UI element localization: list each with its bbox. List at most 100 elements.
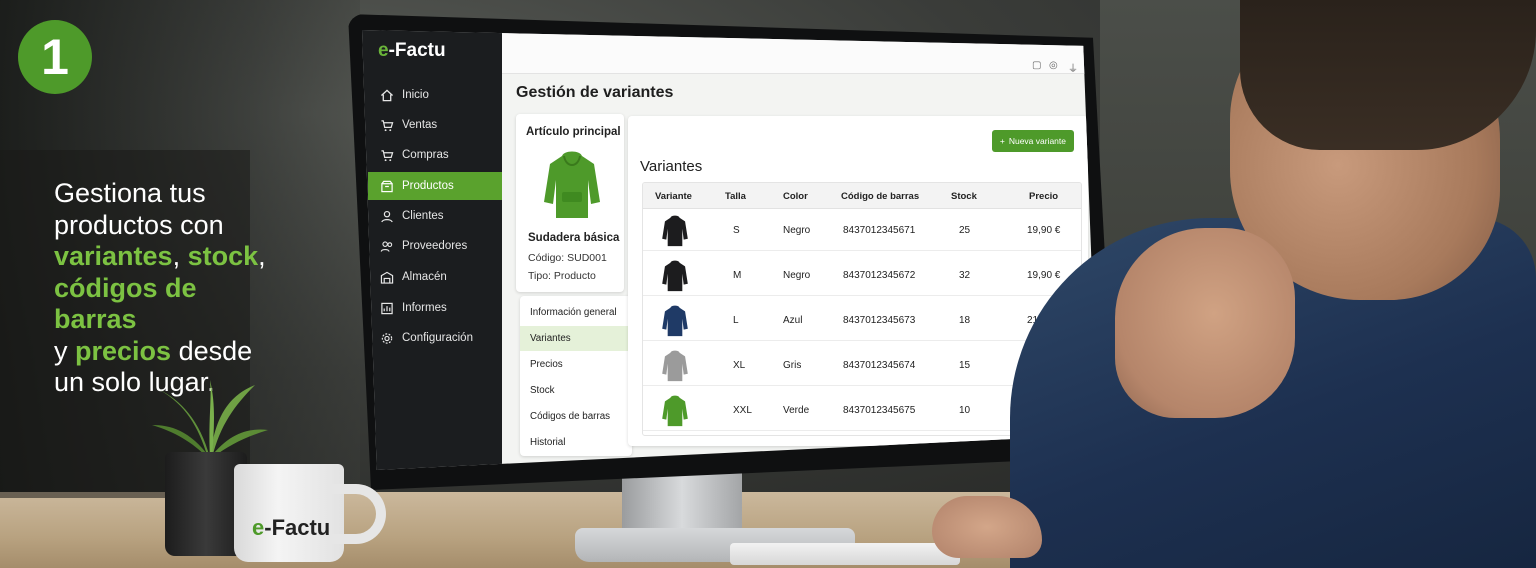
sidebar-item-configuracion[interactable]: Configuración [368,324,502,352]
submenu-item-informacion-general[interactable]: Información general [520,300,632,325]
column-header-variante[interactable]: Variante [655,191,692,202]
table-row[interactable]: M Negro 8437012345672 32 19,90 € [643,254,1081,296]
word-y: y [54,335,68,366]
comma: , [172,241,181,271]
cell-barcode: 8437012345674 [843,360,916,371]
headline-line-5: y precios desde [54,336,284,368]
cell-size: S [733,225,740,236]
hoodie-thumbnail-icon [662,395,688,427]
sidebar-item-label: Inicio [402,89,429,101]
person-hand-chin [1115,228,1295,418]
column-header-color[interactable]: Color [783,191,808,202]
sidebar-item-almacen[interactable]: Almacén [368,263,502,291]
sidebar-item-label: Configuración [402,332,473,344]
app-logo: e-Factu [378,40,446,62]
article-name: Sudadera básica [528,232,620,244]
sidebar-item-ventas[interactable]: Ventas [368,111,502,139]
mug-logo: e-Factu [252,515,330,541]
users-icon [380,240,393,252]
cell-stock: 10 [959,405,971,416]
sidebar-item-label: Clientes [402,210,444,222]
cell-color: Verde [783,405,810,416]
headline: Gestiona tus productos con variantes, st… [54,178,284,399]
hoodie-thumbnail-icon [662,350,688,382]
hoodie-thumbnail-icon [662,260,688,292]
variants-title: Variantes [640,158,703,175]
comma: , [258,241,266,271]
submenu-item-precios[interactable]: Precios [520,352,632,377]
sidebar-item-label: Productos [402,180,454,192]
submenu-item-codigos-de-barras[interactable]: Códigos de barras [520,404,632,429]
cell-stock: 18 [959,315,971,326]
sidebar-item-label: Informes [402,302,447,314]
settings-icon[interactable]: ◎ [1049,60,1058,71]
sidebar-item-label: Compras [402,149,449,161]
cell-price: 19,90 € [1027,270,1061,281]
cart-icon [381,119,394,131]
sidebar-item-informes[interactable]: Informes [368,294,502,322]
sidebar-item-label: Almacén [402,271,447,283]
sidebar-item-productos[interactable]: Productos [368,172,502,200]
column-header-talla[interactable]: Talla [725,191,746,202]
article-card-title: Artículo principal [526,126,621,138]
highlight-codigos: códigos de barras [54,272,197,335]
article-card: Artículo principal Sudadera básica Códig… [516,114,624,292]
report-icon [381,302,393,314]
submenu-item-stock[interactable]: Stock [520,378,632,403]
cell-color: Azul [783,315,803,326]
cell-stock: 25 [959,225,971,236]
gear-icon [381,332,393,344]
new-variant-button[interactable]: + Nueva variante [991,130,1074,152]
cell-size: XXL [733,405,752,416]
column-header-codigo[interactable]: Código de barras [841,191,919,202]
cell-size: M [733,270,742,281]
person-hand-keyboard [932,496,1042,558]
mug-logo-e: e [252,515,265,540]
article-type: Tipo: Producto [528,270,596,282]
column-header-precio[interactable]: Precio [1029,191,1058,202]
cell-barcode: 8437012345675 [843,405,916,416]
sidebar-item-inicio[interactable]: Inicio [368,81,502,109]
product-submenu: Información general Variantes Precios St… [520,296,632,456]
cell-barcode: 8437012345672 [843,270,916,281]
cell-barcode: 8437012345671 [843,225,916,236]
highlight-stock: stock [187,241,259,271]
sidebar-item-compras[interactable]: Compras [368,141,502,169]
headline-line-3: variantes, stock, [54,241,284,273]
submenu-item-variantes[interactable]: Variantes [520,326,632,351]
box-icon [381,180,393,192]
plant-leaves [152,380,268,458]
cell-color: Gris [783,360,802,371]
warehouse-icon [380,271,394,284]
plus-icon: + [999,136,1005,146]
sidebar-item-clientes[interactable]: Clientes [368,202,502,230]
table-row[interactable]: LAzul84370123456731821,90 € [643,299,1081,341]
column-header-stock[interactable]: Stock [951,191,977,202]
hoodie-thumbnail-icon [662,215,688,247]
app-screen: e-Factu Inicio Ventas Compras Productos … [362,30,1098,470]
article-code: Código: SUD001 [528,252,607,264]
table-header: Variante Talla Color Código de barras St… [643,183,1081,209]
new-variant-label: Nueva variante [1008,136,1066,146]
step-badge: 1 [18,20,92,94]
user-icon [381,210,393,222]
hoodie-image [544,151,600,218]
hoodie-thumbnail-icon [662,305,688,337]
highlight-precios: precios [75,335,172,366]
bell-icon[interactable]: ▢ [1032,60,1041,71]
keyboard [730,543,960,565]
monitor-stand [622,470,742,532]
cart-icon [381,149,394,161]
sidebar-item-proveedores[interactable]: Proveedores [368,232,502,260]
home-icon [380,89,394,101]
table-row[interactable]: S Negro 8437012345671 25 19,90 € [643,209,1081,251]
cell-barcode: 8437012345673 [843,315,916,326]
user-menu-icon[interactable]: ⏚ [1068,60,1078,75]
sidebar: e-Factu Inicio Ventas Compras Productos … [362,30,502,470]
highlight-variantes: variantes [54,241,173,271]
cell-color: Negro [783,270,811,281]
cell-size: L [733,315,739,326]
coffee-mug [234,464,344,562]
submenu-item-historial[interactable]: Historial [520,430,632,455]
headline-line-2: productos con [54,209,224,240]
